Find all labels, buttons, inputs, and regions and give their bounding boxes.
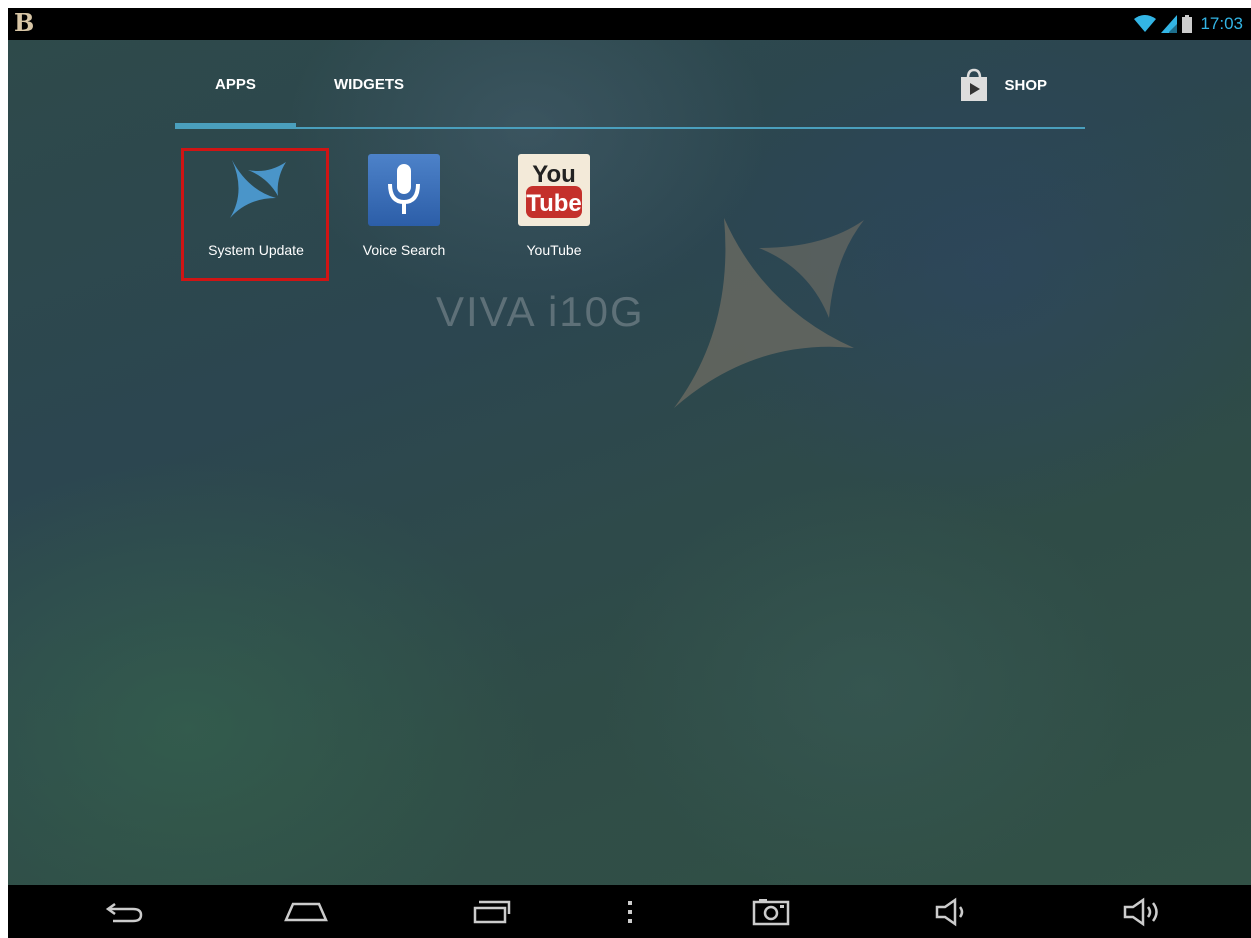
navigation-bar (8, 885, 1251, 938)
app-label: System Update (208, 242, 304, 258)
system-update-icon (230, 160, 286, 218)
recent-apps-button[interactable] (467, 895, 517, 929)
app-label: YouTube (526, 242, 582, 258)
viva-logo-watermark: VIVA i10G (436, 288, 645, 335)
app-label: Voice Search (362, 242, 446, 258)
screenshot-icon (752, 899, 790, 926)
home-button[interactable] (281, 895, 331, 929)
tab-selected-indicator (175, 123, 296, 129)
viva-brand-text: VIVA i10G (436, 288, 645, 335)
volume-up-icon (1123, 897, 1158, 927)
menu-icon (628, 901, 632, 923)
screenshot-button[interactable] (746, 895, 796, 929)
wallpaper-star-icon (674, 218, 864, 408)
tab-underline (175, 127, 1085, 129)
youtube-icon: You Tube (518, 154, 590, 226)
recent-apps-icon (473, 900, 511, 924)
tab-bar: APPS WIDGETS SHOP (175, 40, 1085, 130)
wifi-icon (1134, 15, 1157, 32)
b-logo-icon: B (14, 8, 35, 37)
signal-icon (1161, 15, 1178, 33)
back-button[interactable] (100, 895, 150, 929)
microphone-icon (368, 154, 440, 226)
menu-button[interactable] (605, 895, 655, 929)
shop-label: SHOP (1004, 76, 1047, 94)
status-time: 17:03 (1200, 14, 1243, 33)
app-voice-search[interactable]: Voice Search (330, 152, 478, 282)
tab-widgets[interactable]: WIDGETS (334, 76, 404, 93)
shop-button[interactable]: SHOP (960, 68, 1047, 102)
home-icon (284, 902, 328, 922)
screen: B 17:03 VIVA i10G APPS WIDGETS SHOP Syst… (8, 8, 1251, 938)
app-youtube[interactable]: You Tube YouTube (480, 152, 628, 282)
tab-apps[interactable]: APPS (215, 76, 256, 93)
app-system-update[interactable]: System Update (182, 152, 330, 282)
battery-icon (1182, 15, 1193, 33)
back-icon (105, 902, 143, 923)
status-bar: B 17:03 (8, 8, 1251, 40)
play-store-bag-icon (961, 68, 988, 101)
volume-down-button[interactable] (928, 895, 978, 929)
volume-up-button[interactable] (1118, 895, 1168, 929)
youtube-icon-text-top: You (532, 161, 576, 188)
youtube-icon-text-bottom: Tube (526, 190, 582, 217)
volume-down-icon (935, 897, 964, 927)
status-icons: 17:03 (1134, 8, 1243, 40)
